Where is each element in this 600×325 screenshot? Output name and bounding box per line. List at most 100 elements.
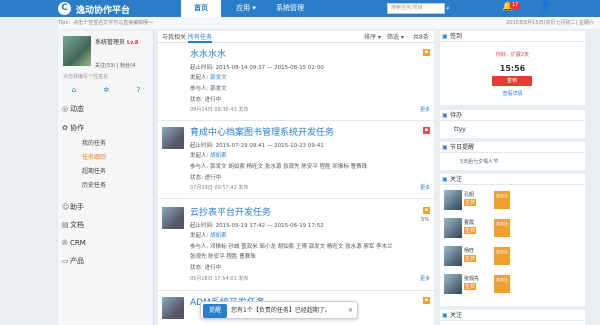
holiday-header: ▣ 节日提醒 (440, 142, 585, 153)
submenu-task-tracking[interactable]: 任务跟踪 (58, 151, 154, 164)
checkin-icon: ▣ (442, 33, 448, 40)
menu-docs[interactable]: ▤ 文档 (58, 218, 154, 232)
initiator-name[interactable]: 胡如索 (210, 153, 227, 159)
follow-title: 关注 (450, 176, 463, 183)
submenu-history[interactable]: 历史任务 (58, 179, 154, 192)
filter-dropdown[interactable]: 筛选 ▾ (387, 32, 404, 43)
initiator-label: 发起人: (190, 153, 209, 159)
submenu-overdue[interactable]: 超期任务 (58, 165, 154, 178)
home-icon[interactable]: ⌂ (72, 86, 76, 94)
follow2-title: 关注 (450, 312, 463, 319)
avatar[interactable] (444, 190, 462, 210)
follow-tag: 生日 (464, 283, 477, 290)
initiator-name[interactable]: 胡如索 (210, 233, 227, 239)
task-title[interactable]: 云抄表平台开发任务 (190, 205, 271, 218)
followers-count[interactable]: 关注(53) (95, 63, 115, 69)
task-title[interactable]: 水水水水 (190, 47, 226, 60)
more-link[interactable]: 更多 (420, 275, 430, 282)
settings-icon[interactable]: ✲ (103, 86, 109, 94)
menu-crm[interactable]: ✇ CRM (58, 236, 154, 250)
menu-crm-label: CRM (70, 239, 86, 247)
total-count: 共8条 (413, 34, 429, 41)
follow-button[interactable]: 加关注 (494, 247, 510, 265)
task-participants-cont: 张观先 陈安平 程胜 曹赛珠 (190, 254, 256, 260)
participants-list: 邓振标 孙城 盖双米 邹小龙 胡如索 王博 郭发文 杨旺文 张水源 廖军 李木兰 (210, 244, 393, 250)
task-avatar[interactable] (162, 207, 184, 229)
help-icon[interactable]: ? (137, 86, 141, 94)
todo-card: ▣ 待办 ttyy (440, 110, 585, 138)
menu-dynamic[interactable]: ◎ 动态 (58, 102, 154, 116)
checkin-button[interactable]: 签到 (492, 76, 532, 86)
avatar[interactable] (444, 246, 462, 266)
signature[interactable]: 点击我编写个性签名 (63, 73, 108, 80)
task-progress: 5% (421, 217, 429, 223)
menu-collab[interactable]: ✿ 协作 (58, 121, 154, 135)
fans-count[interactable]: 粉丝(4 (120, 63, 135, 69)
tab-related[interactable]: 与我相关 (162, 32, 186, 43)
user-stats: 关注(53) | 粉丝(4 (95, 63, 136, 69)
task-card: 育成中心档案图书管理系统开发任务 ▪ 起止时间: 2015-07-29 09:4… (158, 123, 434, 199)
reminder-button[interactable]: 提醒 (203, 304, 227, 318)
follow-button[interactable]: 加关注 (494, 191, 510, 209)
task-status: 状态: 进行中 (190, 265, 222, 271)
todo-header: ▣ 待办 (440, 110, 585, 121)
holiday-icon: ▣ (442, 144, 448, 151)
user-icon[interactable]: 👤 (540, 2, 551, 12)
menu-dynamic-label: 动态 (70, 105, 84, 113)
participants-label: 参与人: (190, 86, 209, 92)
follow-name: 孔昭 (464, 192, 475, 198)
submenu-my-tasks[interactable]: 我的任务 (58, 137, 154, 150)
follow-button[interactable]: 加关注 (494, 275, 510, 293)
task-status: 状态: 进行中 (190, 175, 222, 181)
task-tabs: 与我相关 所有任务 排序 ▾ 筛选 ▾ 共8条 (158, 31, 434, 43)
nav-system[interactable]: 系统管理 (268, 0, 312, 17)
task-posted: 08月14日 09:36:43 发布 (190, 107, 249, 113)
collab-icon: ✿ (62, 124, 68, 132)
close-icon[interactable]: ✕ (348, 302, 353, 320)
initiator-name[interactable]: 郭发文 (210, 75, 227, 81)
app-logo[interactable]: C (58, 2, 71, 15)
date-label: 起止时间: (190, 143, 214, 149)
more-link[interactable]: 更多 (420, 184, 430, 191)
tips-text: Tips：点击个性签名文字可以直接编辑哦～ (58, 20, 154, 26)
search-icon[interactable]: ⌕ (446, 4, 450, 13)
sort-dropdown[interactable]: 排序 ▾ (364, 32, 381, 43)
menu-assistant[interactable]: ☺ 助手 (58, 200, 154, 214)
menu-products[interactable]: ▭ 产品 (58, 254, 154, 268)
follow-tag: 生日 (464, 227, 477, 234)
checkin-title: 签到 (450, 33, 463, 40)
notification-badge: 17 (510, 2, 521, 9)
holiday-text: 5天后七夕情人节 (460, 159, 499, 165)
follow-card-2: ▣ 关注 (440, 310, 585, 325)
nav-apps[interactable]: 应用 ▾ (228, 0, 264, 17)
task-dates: 起止时间: 2015-08-14 09:37 — 2015-08-15 02:0… (190, 65, 324, 71)
follow-item: 曹霞 生日 加关注 (442, 216, 512, 244)
search-input[interactable]: 搜索任务/项目 (387, 3, 445, 14)
user-name-text: 系统管理员 (95, 39, 126, 46)
task-flag-icon: ▪ (423, 127, 430, 134)
participants-list: 郭发文 (210, 86, 227, 92)
task-title[interactable]: 育成中心档案图书管理系统开发任务 (190, 125, 334, 138)
todo-item[interactable]: ttyy (454, 126, 466, 133)
menu-products-label: 产品 (70, 257, 84, 265)
right-panel: ▣ 签到 你好，扩展2天 15:56 签到 查看详情 ▣ 待办 ttyy ▣ 节日提醒… (440, 31, 600, 325)
initiator-label: 发起人: (190, 233, 209, 239)
end-date: 2015-10-23 09:41 (274, 143, 324, 149)
checkin-detail-link[interactable]: 查看详情 (440, 90, 585, 97)
avatar[interactable] (444, 274, 462, 294)
avatar[interactable] (63, 36, 91, 66)
holiday-card: ▣ 节日提醒 5天后七夕情人节 (440, 142, 585, 170)
follow2-icon: ▣ (442, 312, 448, 319)
follow2-header: ▣ 关注 (440, 310, 585, 321)
current-date: 2015年8月15日(农历七月初二) 星期六 (506, 20, 594, 26)
task-avatar[interactable] (162, 297, 184, 319)
more-link[interactable]: 更多 (420, 106, 430, 113)
task-avatar[interactable] (162, 127, 184, 149)
follow-button[interactable]: 加关注 (494, 219, 510, 237)
follow-item: 张观先 生日 加关注 (442, 272, 512, 300)
avatar[interactable] (444, 218, 462, 238)
nav-home[interactable]: 首页 (181, 0, 221, 17)
date-label: 起止时间: (190, 65, 214, 71)
products-icon: ▭ (62, 257, 69, 265)
tab-all[interactable]: 所有任务 (188, 32, 213, 43)
